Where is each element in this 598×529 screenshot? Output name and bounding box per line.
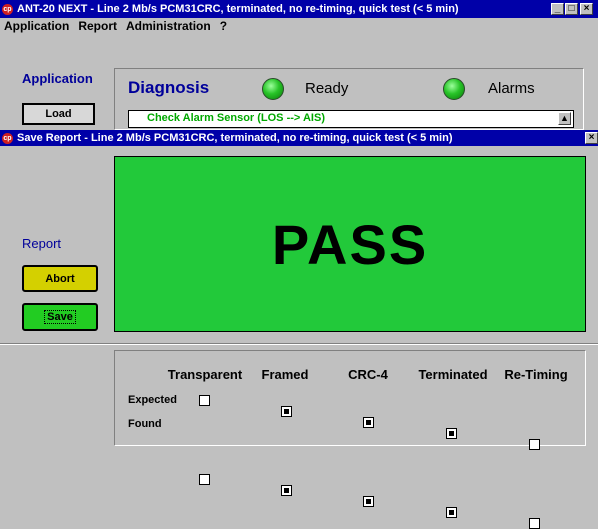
save-report-title-bar[interactable]: cp Save Report - Line 2 Mb/s PCM31CRC, t…: [0, 130, 598, 146]
expected-framed-checkbox[interactable]: [281, 406, 292, 417]
scroll-up-icon[interactable]: ▲: [558, 112, 571, 125]
found-retiming-checkbox[interactable]: [529, 518, 540, 529]
ready-led-icon: [262, 78, 284, 100]
result-panel: PASS: [114, 156, 586, 332]
report-label: Report: [22, 236, 62, 251]
main-title-bar[interactable]: cp ANT-20 NEXT - Line 2 Mb/s PCM31CRC, t…: [0, 0, 598, 18]
step-list[interactable]: Check Alarm Sensor (LOS --> AIS) ▲: [128, 110, 574, 128]
menu-bar: Application Report Administration ?: [0, 18, 598, 34]
found-framed-checkbox[interactable]: [281, 485, 292, 496]
col-terminated: Terminated: [418, 367, 488, 382]
expected-transparent-checkbox[interactable]: [199, 395, 210, 406]
abort-button[interactable]: Abort: [22, 265, 98, 292]
expected-terminated-checkbox[interactable]: [446, 428, 457, 439]
expected-retiming-checkbox[interactable]: [529, 439, 540, 450]
col-transparent: Transparent: [167, 367, 243, 382]
save-button-label: Save: [44, 310, 76, 324]
app-logo-icon: cp: [2, 3, 13, 15]
main-window-title: ANT-20 NEXT - Line 2 Mb/s PCM31CRC, term…: [17, 3, 459, 15]
col-crc4: CRC-4: [348, 367, 388, 382]
row-expected-label: Expected: [128, 394, 177, 406]
result-text: PASS: [271, 212, 429, 276]
ready-label: Ready: [305, 80, 349, 97]
app-logo-icon: cp: [2, 132, 13, 144]
alarms-led-icon: [443, 78, 465, 100]
divider: [0, 343, 598, 345]
close-button[interactable]: ×: [580, 3, 593, 15]
menu-help[interactable]: ?: [220, 19, 227, 33]
config-table: [114, 350, 586, 446]
minimize-button[interactable]: _: [551, 3, 564, 15]
alarms-label: Alarms: [488, 80, 535, 97]
col-retiming: Re-Timing: [504, 367, 568, 382]
load-button[interactable]: Load: [22, 103, 95, 125]
menu-report[interactable]: Report: [78, 19, 117, 33]
row-found-label: Found: [128, 418, 162, 430]
expected-crc4-checkbox[interactable]: [363, 417, 374, 428]
application-label: Application: [22, 71, 93, 86]
maximize-button[interactable]: □: [565, 3, 578, 15]
save-report-title: Save Report - Line 2 Mb/s PCM31CRC, term…: [17, 132, 453, 144]
save-button[interactable]: Save: [22, 303, 98, 331]
current-step-text: Check Alarm Sensor (LOS --> AIS): [147, 112, 325, 124]
save-report-close-button[interactable]: ×: [585, 132, 598, 144]
found-transparent-checkbox[interactable]: [199, 474, 210, 485]
found-terminated-checkbox[interactable]: [446, 507, 457, 518]
menu-administration[interactable]: Administration: [126, 19, 211, 33]
col-framed: Framed: [261, 367, 309, 382]
found-crc4-checkbox[interactable]: [363, 496, 374, 507]
menu-application[interactable]: Application: [4, 19, 69, 33]
diagnosis-title: Diagnosis: [128, 78, 210, 97]
